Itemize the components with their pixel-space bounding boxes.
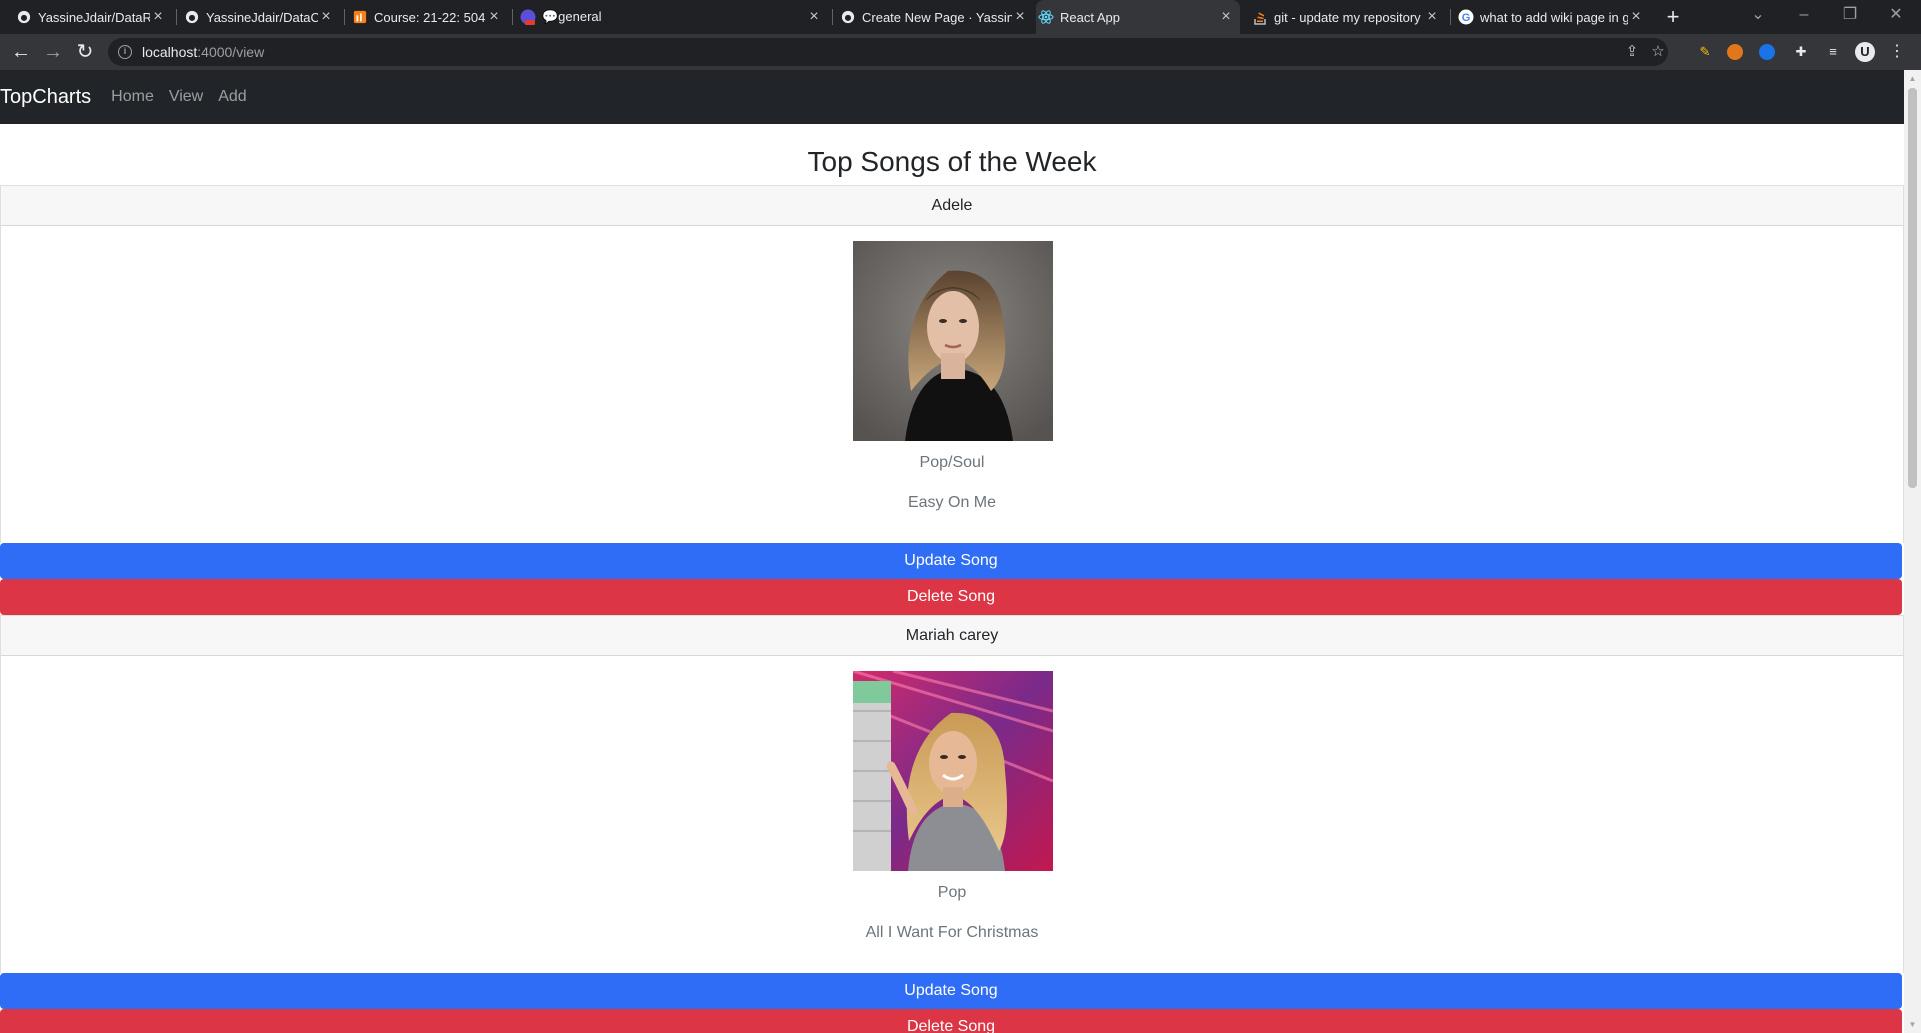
- tab-title: Course: 21-22: 50457 -- Ol: [374, 9, 486, 25]
- tab-title: React App: [1060, 9, 1120, 25]
- forward-arrow-icon[interactable]: →: [41, 40, 65, 64]
- vpn-extension-icon[interactable]: [1759, 44, 1775, 60]
- tab-title: 💬general: [542, 9, 602, 24]
- update-song-button[interactable]: Update Song: [0, 973, 1902, 1009]
- artist-photo: [853, 671, 1053, 871]
- close-icon[interactable]: ×: [1628, 8, 1644, 26]
- url-host: localhost: [142, 44, 198, 60]
- github-icon: [840, 9, 856, 25]
- url-path: :4000/view: [197, 44, 265, 60]
- tab-title: YassineJdair/DataRepProje: [38, 9, 150, 25]
- url-text: localhost:4000/view: [142, 38, 264, 66]
- browser-menu-icon[interactable]: ⋮: [1887, 42, 1907, 62]
- page-scrollbar[interactable]: ▲ ▼: [1904, 70, 1921, 1033]
- nav-link-home[interactable]: Home: [111, 88, 154, 106]
- metamask-extension-icon[interactable]: [1727, 44, 1743, 60]
- address-bar[interactable]: i localhost:4000/view ⇪ ☆: [108, 38, 1668, 66]
- new-tab-button[interactable]: +: [1662, 6, 1684, 28]
- close-icon[interactable]: ×: [486, 8, 502, 26]
- tab-search-icon[interactable]: ⌄: [1738, 2, 1778, 28]
- app-navbar: TopCharts Home View Add: [0, 70, 1904, 124]
- delete-song-button[interactable]: Delete Song: [0, 579, 1902, 615]
- share-icon[interactable]: ⇪: [1622, 42, 1642, 62]
- tab-title: git - update my repository: [1274, 9, 1421, 25]
- tab-separator: [344, 9, 345, 25]
- song-title: Easy On Me: [907, 494, 997, 511]
- extensions-puzzle-icon[interactable]: ✚: [1791, 42, 1811, 62]
- song-card: Adele Pop/Soul Easy On Me: [0, 185, 1904, 543]
- browser-tab-strip: YassineJdair/DataRepProje × YassineJdair…: [0, 0, 1921, 34]
- tab-separator: [1450, 9, 1451, 25]
- close-icon[interactable]: ×: [1218, 8, 1234, 26]
- scroll-up-arrow-icon[interactable]: ▲: [1904, 70, 1921, 87]
- browser-toolbar: ← → ↻ i localhost:4000/view ⇪ ☆ ✎ ✚ ≡ U …: [0, 34, 1921, 70]
- navbar-brand[interactable]: TopCharts: [0, 86, 91, 109]
- browser-tab[interactable]: 💬general ×: [518, 0, 828, 34]
- back-arrow-icon[interactable]: ←: [9, 40, 33, 64]
- reload-icon[interactable]: ↻: [73, 40, 97, 64]
- update-song-button[interactable]: Update Song: [0, 543, 1902, 579]
- song-genre: Pop/Soul: [919, 454, 985, 471]
- close-icon[interactable]: ×: [1012, 8, 1028, 26]
- stackoverflow-icon: [1252, 9, 1268, 25]
- browser-tab[interactable]: Course: 21-22: 50457 -- Ol ×: [350, 0, 508, 34]
- song-genre: Pop: [937, 884, 967, 901]
- browser-tab[interactable]: Create New Page · Yassine ×: [838, 0, 1034, 34]
- tab-title: Create New Page · Yassine: [862, 9, 1012, 25]
- restore-icon[interactable]: ❐: [1830, 2, 1870, 28]
- moodle-icon: [352, 9, 368, 25]
- close-icon[interactable]: ×: [318, 8, 334, 26]
- minimize-icon[interactable]: –: [1784, 2, 1824, 28]
- tab-separator: [176, 9, 177, 25]
- close-icon[interactable]: ×: [150, 8, 166, 26]
- tab-title: YassineJdair/DataCentricPr: [206, 9, 318, 25]
- browser-tab[interactable]: YassineJdair/DataRepProje ×: [14, 0, 172, 34]
- artist-photo: [853, 241, 1053, 441]
- github-icon: [16, 9, 32, 25]
- close-window-icon[interactable]: ✕: [1876, 2, 1916, 28]
- tab-separator: [512, 9, 513, 25]
- delete-song-button[interactable]: Delete Song: [0, 1009, 1902, 1033]
- tab-title: what to add wiki page in g: [1480, 9, 1628, 25]
- page-title: Top Songs of the Week: [807, 146, 1097, 177]
- browser-tab[interactable]: YassineJdair/DataCentricPr ×: [182, 0, 340, 34]
- artist-name: Mariah carey: [1, 616, 1903, 656]
- svg-text:G: G: [1462, 12, 1471, 24]
- scroll-down-arrow-icon[interactable]: ▼: [1904, 1016, 1921, 1033]
- profile-avatar[interactable]: U: [1855, 42, 1875, 62]
- scrollbar-thumb[interactable]: [1908, 88, 1917, 488]
- browser-tab[interactable]: G what to add wiki page in g ×: [1456, 0, 1650, 34]
- browser-tab-active[interactable]: React App ×: [1036, 0, 1240, 34]
- song-card-body: Pop/Soul Easy On Me: [1, 226, 1903, 543]
- tab-separator: [832, 9, 833, 25]
- artist-name: Adele: [1, 186, 1903, 226]
- main-content: Top Songs of the Week Adele Pop/Soul Eas…: [0, 124, 1904, 1033]
- nav-link-add[interactable]: Add: [218, 88, 246, 106]
- song-card-body: Pop All I Want For Christmas: [1, 656, 1903, 973]
- google-icon: G: [1458, 9, 1474, 25]
- chat-app-icon: [520, 9, 536, 25]
- react-icon: [1038, 9, 1054, 25]
- reading-list-icon[interactable]: ≡: [1823, 42, 1843, 62]
- song-card: Mariah carey Pop All I Want For Christma…: [0, 615, 1904, 973]
- bookmark-star-icon[interactable]: ☆: [1648, 42, 1668, 62]
- song-title: All I Want For Christmas: [865, 924, 1039, 941]
- site-info-icon[interactable]: i: [118, 45, 132, 59]
- browser-tab[interactable]: git - update my repository ×: [1250, 0, 1446, 34]
- close-icon[interactable]: ×: [1424, 8, 1440, 26]
- pencil-extension-icon[interactable]: ✎: [1695, 42, 1715, 62]
- nav-link-view[interactable]: View: [169, 88, 203, 106]
- close-icon[interactable]: ×: [806, 8, 822, 26]
- github-icon: [184, 9, 200, 25]
